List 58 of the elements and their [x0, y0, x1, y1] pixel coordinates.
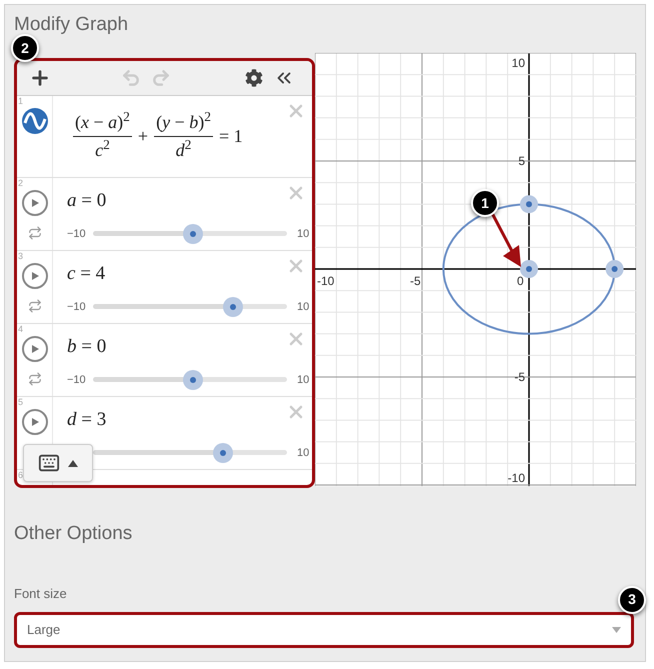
slider-max-label: 10 [297, 300, 310, 315]
slider-min-label: −10 [67, 226, 87, 242]
keyboard-icon [38, 452, 60, 474]
callout-badge: 1 [471, 189, 499, 217]
font-size-select[interactable]: Large [14, 612, 634, 648]
slider-min-label: −10 [67, 300, 87, 315]
line-number: 3 [18, 252, 24, 261]
caret-icon [612, 626, 621, 632]
section-heading: Modify Graph [14, 13, 130, 37]
formula[interactable]: (x − a)$^{2}$ c$^{2}$ + (y − b)$^{2}$ d$^{2}$ = 1 [53, 96, 243, 177]
play-icon [30, 344, 40, 354]
line-number: 5 [18, 398, 24, 407]
play-button[interactable] [22, 336, 48, 362]
point-marker[interactable] [606, 260, 624, 278]
y-axis-label: 5 [518, 154, 525, 168]
settings-icon[interactable] [245, 69, 263, 87]
loop-icon[interactable] [28, 299, 42, 313]
play-button[interactable] [22, 263, 48, 289]
slider-expression[interactable]: d = 3 [67, 410, 312, 429]
y-axis-label: -10 [508, 471, 525, 485]
line-number: 4 [18, 325, 24, 334]
callout-badge: 3 [618, 586, 646, 614]
line-number: 6 [18, 471, 24, 480]
slider-thumb[interactable] [183, 224, 203, 244]
play-button[interactable] [22, 190, 48, 216]
callout-badge: 2 [11, 34, 39, 62]
y-axis-label: 10 [512, 56, 525, 70]
slider-expression[interactable]: b = 0 [67, 337, 312, 356]
x-axis-label: -10 [317, 274, 334, 288]
annotation-arrow [490, 212, 521, 267]
x-axis-label: -5 [410, 274, 421, 288]
slider-thumb[interactable] [183, 370, 203, 390]
section-heading: Other Options [14, 522, 134, 546]
point-marker[interactable] [520, 260, 538, 278]
keyboard-button[interactable] [23, 444, 93, 482]
caret-up-icon [68, 460, 78, 466]
slider-expression[interactable]: a = 0 [67, 191, 312, 210]
point-marker[interactable] [520, 195, 538, 214]
y-axis-label: -5 [514, 370, 525, 384]
slider-max-label: 10 [297, 372, 310, 388]
slider-expression[interactable]: c = 4 [67, 264, 312, 283]
play-icon [30, 417, 40, 427]
slider-min-label: −10 [67, 372, 87, 388]
slider-max-label: 10 [297, 446, 310, 461]
line-number: 2 [18, 179, 24, 188]
line-number: 1 [18, 97, 24, 106]
loop-icon[interactable] [28, 226, 42, 240]
wave-logo-icon [22, 108, 48, 134]
slider-thumb[interactable] [223, 297, 243, 317]
play-icon [30, 198, 40, 208]
field-label: Font size [14, 585, 67, 603]
slider-max-label: 10 [297, 226, 310, 242]
play-icon [30, 271, 40, 281]
play-button[interactable] [22, 409, 48, 435]
x-axis-label: 0 [517, 274, 524, 288]
add-icon[interactable] [29, 67, 51, 89]
slider-thumb[interactable] [213, 443, 233, 463]
loop-icon[interactable] [28, 372, 42, 386]
